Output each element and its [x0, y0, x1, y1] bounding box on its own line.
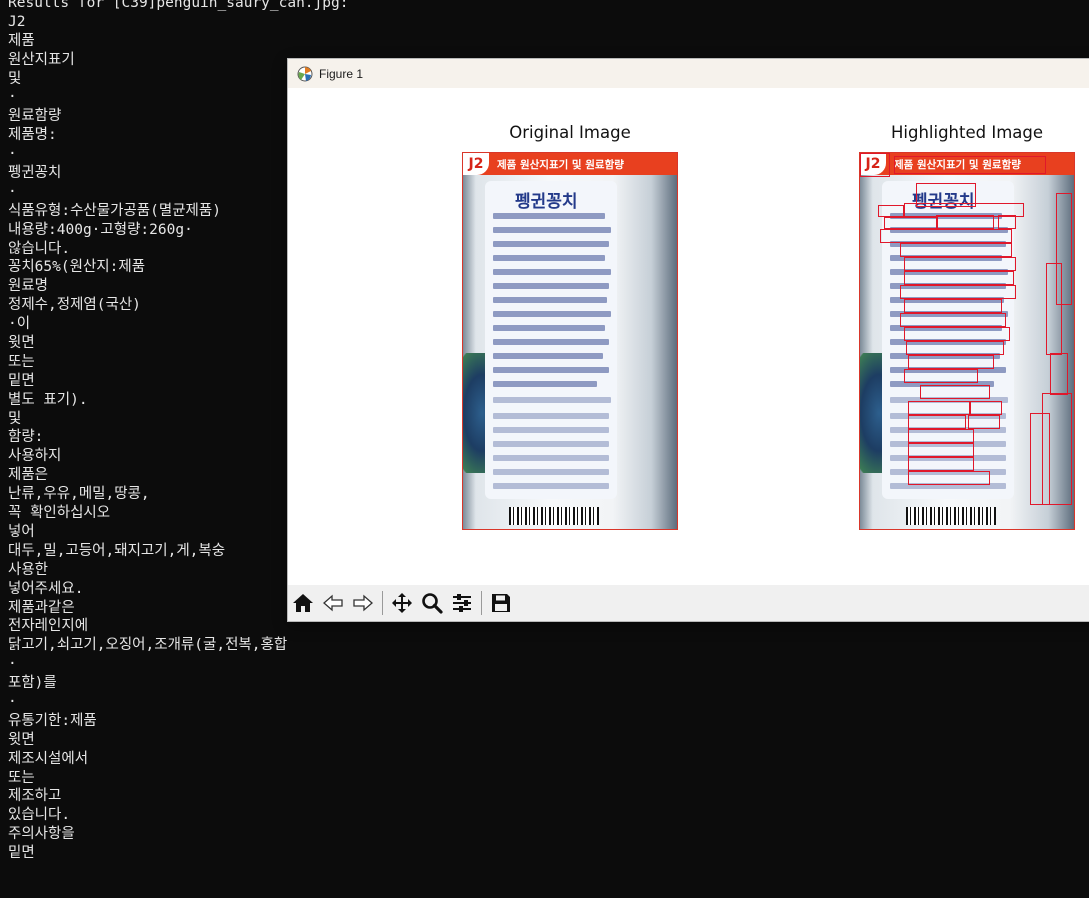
zoom-button[interactable] [417, 588, 447, 618]
terminal-line: J2 [8, 13, 26, 30]
ocr-box [894, 156, 1046, 174]
original-image: J2 제품 원산지표기 및 원료함량 펭귄꽁치 [462, 152, 678, 530]
configure-subplots-button[interactable] [447, 588, 477, 618]
ocr-box [908, 457, 974, 471]
terminal-line: 밑면 [8, 845, 35, 862]
ocr-box [908, 401, 970, 415]
original-image-title: Original Image [509, 123, 631, 142]
window-title: Figure 1 [319, 66, 364, 81]
forward-arrow-icon [353, 594, 373, 612]
ocr-box [1030, 413, 1050, 505]
ocr-box [900, 243, 1012, 257]
terminal-line: · [8, 656, 17, 673]
ocr-box [1046, 263, 1062, 355]
toolbar-separator [481, 591, 482, 615]
terminal-line: 포함)를 [8, 675, 57, 692]
pan-icon [392, 593, 412, 613]
ocr-box [860, 153, 890, 177]
back-arrow-icon [323, 594, 343, 612]
ocr-box [970, 401, 1002, 415]
terminal-line: 닭고기,쇠고기,오징어,조개류(굴,전복,홍합 [8, 637, 288, 654]
ocr-box [884, 217, 938, 229]
nutrition-label: 펭귄꽁치 [485, 181, 617, 499]
ocr-box [908, 471, 990, 485]
ocr-box [998, 215, 1016, 229]
ocr-box [900, 313, 1006, 327]
terminal-line: 주의사항을 [8, 826, 75, 843]
product-name: 펭귄꽁치 [515, 192, 578, 212]
highlighted-image-title: Highlighted Image [890, 123, 1044, 142]
home-button[interactable] [288, 588, 318, 618]
ocr-box [904, 327, 1010, 341]
home-icon [293, 594, 313, 612]
ocr-box [1050, 353, 1068, 395]
j2-badge: J2 [463, 153, 489, 175]
ocr-box [908, 415, 966, 429]
zoom-icon [422, 593, 443, 614]
highlighted-image: J2 제품 원산지표기 및 원료함량 펭귄꽁치 [859, 152, 1075, 530]
terminal-line: 또는 [8, 769, 35, 786]
terminal-line: 제조하고 [8, 788, 62, 805]
ocr-box [900, 285, 1016, 299]
figure-window[interactable]: Figure 1 Original Image Highlighted Imag… [288, 59, 1089, 621]
terminal-line: 제품 [8, 32, 35, 49]
toolbar-separator [382, 591, 383, 615]
forward-button[interactable] [348, 588, 378, 618]
save-icon [492, 594, 510, 612]
ocr-box [968, 415, 1000, 429]
terminal-line: 윗면 [8, 731, 35, 748]
matplotlib-app-icon [297, 66, 313, 81]
terminal-line: 있습니다. [8, 807, 71, 824]
ocr-box [904, 299, 1002, 313]
ocr-box [920, 385, 990, 399]
ocr-box [908, 443, 974, 457]
label-banner: J2 제품 원산지표기 및 원료함량 [463, 153, 677, 175]
barcode [509, 507, 599, 525]
ocr-box [878, 205, 904, 217]
ocr-box [936, 215, 994, 229]
ocr-box [908, 429, 974, 443]
ocr-box [904, 257, 1016, 271]
terminal-line: 유통기한:제품 [8, 712, 97, 729]
terminal-line: 제조시설에서 [8, 750, 89, 767]
back-button[interactable] [318, 588, 348, 618]
banner-text: 제품 원산지표기 및 원료함량 [497, 158, 624, 171]
terminal-line: · [8, 693, 17, 710]
ocr-box [904, 369, 978, 383]
terminal-line: Results for [C39]penguin_saury_can.jpg: [8, 0, 349, 11]
save-button[interactable] [486, 588, 516, 618]
ocr-box [906, 341, 1004, 355]
ocr-box [908, 355, 994, 369]
ocr-bounding-boxes [860, 153, 1074, 529]
figure-titlebar[interactable]: Figure 1 [288, 59, 1089, 88]
figure-toolbar [288, 585, 1089, 621]
pan-button[interactable] [387, 588, 417, 618]
configure-subplots-icon [453, 594, 471, 612]
ocr-box [880, 229, 1012, 243]
ocr-box [904, 271, 1014, 285]
figure-canvas[interactable]: Original Image Highlighted Image J2 제품 원… [288, 88, 1089, 585]
